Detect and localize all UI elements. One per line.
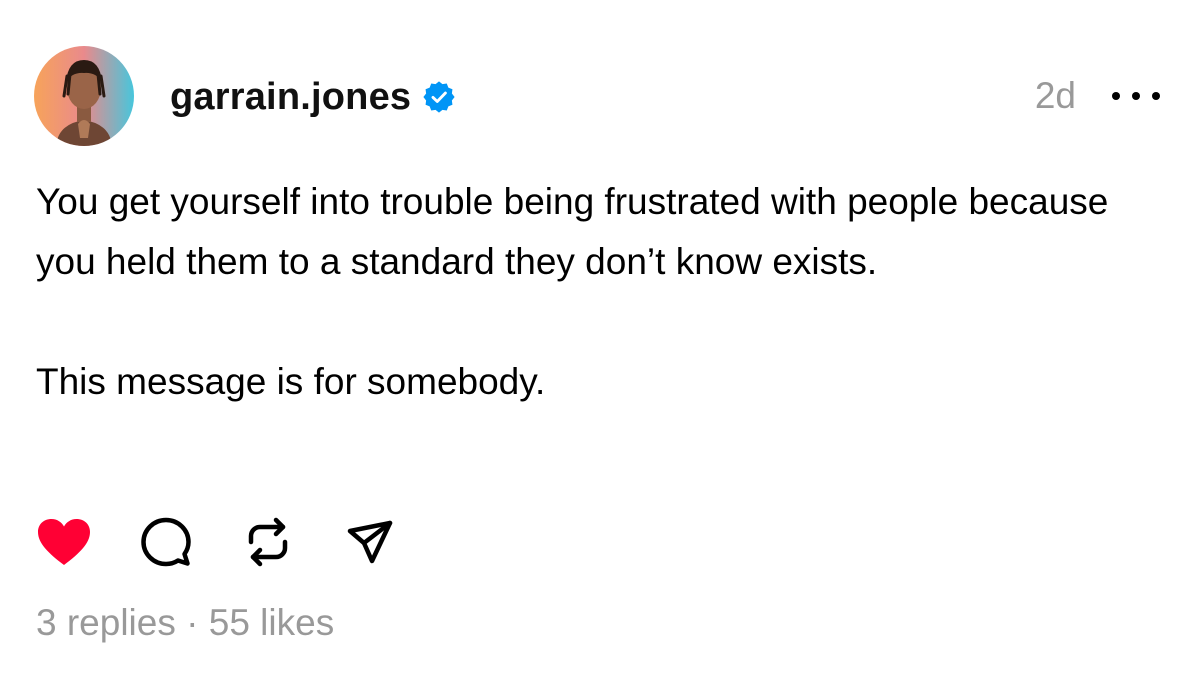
username[interactable]: garrain.jones (170, 76, 411, 119)
replies-count[interactable]: 3 replies (36, 602, 176, 643)
like-button[interactable] (34, 512, 94, 572)
post-paragraph: You get yourself into trouble being frus… (36, 181, 1109, 282)
reply-button[interactable] (136, 512, 196, 572)
action-bar (34, 512, 400, 572)
avatar-photo (34, 46, 134, 146)
post-paragraph: This message is for somebody. (36, 361, 546, 402)
post-stats: 3 replies · 55 likes (36, 598, 334, 648)
repost-icon (248, 517, 288, 567)
verified-badge-icon (423, 81, 455, 113)
repost-button[interactable] (238, 512, 298, 572)
share-button[interactable] (340, 512, 400, 572)
post-timestamp: 2d (1034, 75, 1076, 116)
author-row: garrain.jones (170, 72, 455, 122)
heart-icon (38, 519, 90, 565)
comment-icon (141, 517, 191, 567)
likes-count[interactable]: 55 likes (209, 602, 334, 643)
share-icon (347, 520, 393, 564)
avatar[interactable] (34, 46, 134, 146)
more-options-button[interactable] (1112, 80, 1160, 112)
stats-separator: · (186, 602, 199, 643)
post-text: You get yourself into trouble being frus… (36, 172, 1156, 412)
more-horizontal-icon (1112, 92, 1120, 100)
